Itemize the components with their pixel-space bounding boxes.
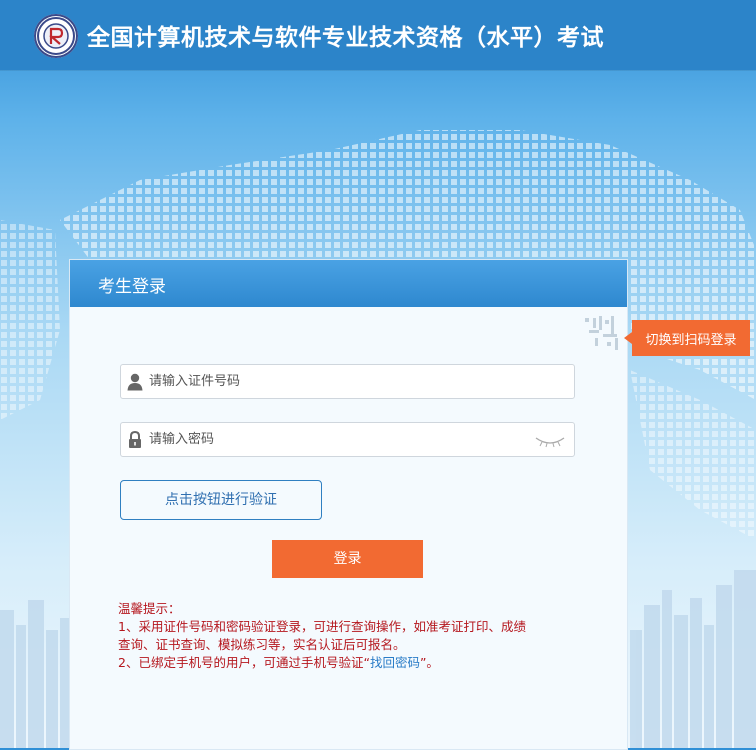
tips-line-3-suffix: ”。 (419, 655, 439, 670)
tips-line-3: 2、已绑定手机号的用户，可通过手机号验证“找回密码”。 (118, 654, 588, 672)
login-panel: 考生登录 请输入证件号码 点击按钮进行验证 登录 温馨提示： 1、采用证件号码和… (69, 259, 628, 750)
user-icon (127, 373, 143, 391)
qr-login-switch-button[interactable]: 切换到扫码登录 (624, 320, 750, 356)
id-number-field[interactable] (120, 364, 575, 399)
exam-logo-icon (34, 14, 78, 58)
password-input[interactable] (149, 423, 529, 456)
id-number-input[interactable] (149, 365, 529, 398)
password-field[interactable] (120, 422, 575, 457)
site-header: 全国计算机技术与软件专业技术资格（水平）考试 (0, 0, 756, 70)
tips-line-2: 查询、证书查询、模拟练习等，实名认证后可报名。 (118, 637, 406, 652)
site-title: 全国计算机技术与软件专业技术资格（水平）考试 (87, 25, 604, 51)
tips-line-3-prefix: 2、已绑定手机号的用户，可通过手机号验证“ (118, 655, 370, 670)
eye-closed-icon[interactable] (534, 433, 566, 448)
panel-title: 考生登录 (98, 277, 166, 297)
qr-code-icon[interactable] (581, 312, 621, 354)
lock-icon (127, 430, 143, 449)
verify-button[interactable]: 点击按钮进行验证 (120, 480, 322, 520)
tips-heading: 温馨提示： (118, 601, 181, 616)
tips-line-1: 1、采用证件号码和密码验证登录，可进行查询操作，如准考证打印、成绩 (118, 619, 526, 634)
recover-password-link[interactable]: 找回密码 (370, 655, 420, 670)
login-button[interactable]: 登录 (272, 540, 423, 578)
panel-header: 考生登录 (70, 260, 627, 307)
tips-section: 温馨提示： 1、采用证件号码和密码验证登录，可进行查询操作，如准考证打印、成绩 … (118, 600, 588, 672)
